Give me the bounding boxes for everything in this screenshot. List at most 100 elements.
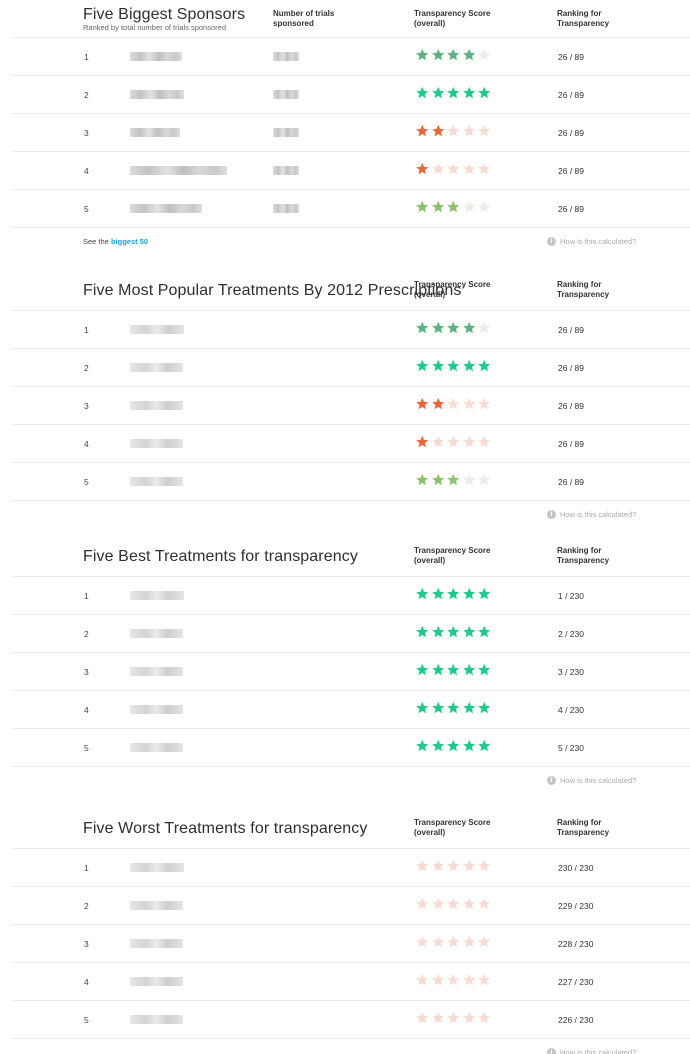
star-empty-icon bbox=[462, 200, 475, 213]
see-more-text: See the biggest 50 bbox=[83, 237, 148, 246]
star-filled-icon bbox=[431, 321, 444, 334]
star-filled-icon bbox=[478, 739, 491, 752]
star-rating bbox=[415, 320, 492, 338]
star-filled-icon bbox=[416, 701, 429, 714]
redacted-trials bbox=[273, 90, 299, 99]
redacted-name bbox=[130, 401, 183, 410]
star-empty-icon bbox=[462, 124, 475, 137]
row-ranking: 1 / 230 bbox=[558, 591, 584, 601]
star-filled-icon bbox=[447, 625, 460, 638]
star-empty-icon bbox=[447, 162, 460, 175]
table-row[interactable]: 1 1 / 230 bbox=[12, 576, 690, 614]
star-rating bbox=[415, 858, 492, 876]
star-filled-icon bbox=[478, 86, 491, 99]
star-empty-icon bbox=[447, 973, 460, 986]
how-calculated-label: How is this calculated? bbox=[560, 776, 637, 785]
star-rating bbox=[415, 586, 492, 604]
table-row[interactable]: 1 26 / 89 bbox=[12, 37, 690, 75]
table-row[interactable]: 2 229 / 230 bbox=[12, 886, 690, 924]
star-filled-icon bbox=[416, 397, 429, 410]
table-row[interactable]: 1 26 / 89 bbox=[12, 310, 690, 348]
info-icon: i bbox=[547, 776, 556, 785]
redacted-name bbox=[130, 939, 183, 948]
table-row[interactable]: 1 230 / 230 bbox=[12, 848, 690, 886]
star-empty-icon bbox=[478, 124, 491, 137]
star-rating bbox=[415, 85, 492, 103]
star-empty-icon bbox=[416, 897, 429, 910]
how-calculated-link[interactable]: i How is this calculated? bbox=[547, 776, 636, 785]
star-empty-icon bbox=[416, 935, 429, 948]
row-ranking: 227 / 230 bbox=[558, 977, 594, 987]
star-rating bbox=[415, 396, 492, 414]
how-calculated-label: How is this calculated? bbox=[560, 1048, 637, 1054]
row-rank: 1 bbox=[84, 52, 89, 62]
star-empty-icon bbox=[478, 973, 491, 986]
row-rank: 1 bbox=[84, 325, 89, 335]
how-calculated-link[interactable]: i How is this calculated? bbox=[547, 510, 636, 519]
star-filled-icon bbox=[416, 625, 429, 638]
row-ranking: 26 / 89 bbox=[558, 477, 584, 487]
redacted-name bbox=[130, 743, 183, 752]
row-ranking: 2 / 230 bbox=[558, 629, 584, 639]
table-row[interactable]: 3 26 / 89 bbox=[12, 386, 690, 424]
how-calculated-link[interactable]: i How is this calculated? bbox=[547, 237, 636, 246]
star-empty-icon bbox=[447, 435, 460, 448]
row-rank: 3 bbox=[84, 939, 89, 949]
row-ranking: 26 / 89 bbox=[558, 90, 584, 100]
section-title: Five Best Treatments for transparency bbox=[83, 548, 358, 565]
row-rank: 5 bbox=[84, 743, 89, 753]
table-row[interactable]: 3 3 / 230 bbox=[12, 652, 690, 690]
star-rating bbox=[415, 161, 492, 179]
row-ranking: 26 / 89 bbox=[558, 363, 584, 373]
table-row[interactable]: 4 26 / 89 bbox=[12, 151, 690, 189]
row-ranking: 26 / 89 bbox=[558, 439, 584, 449]
star-empty-icon bbox=[478, 473, 491, 486]
star-empty-icon bbox=[447, 1011, 460, 1024]
redacted-trials bbox=[273, 128, 299, 137]
table-row[interactable]: 2 2 / 230 bbox=[12, 614, 690, 652]
row-ranking: 229 / 230 bbox=[558, 901, 594, 911]
col-header-ranking: Ranking for Transparency bbox=[557, 818, 610, 837]
info-icon: i bbox=[547, 1048, 556, 1054]
row-rank: 4 bbox=[84, 166, 89, 176]
how-calculated-label: How is this calculated? bbox=[560, 237, 637, 246]
redacted-name bbox=[130, 204, 202, 213]
best-rows: 1 1 / 230 2 2 / 230 3 3 / 230 4 4 / 230 5 5 / 230 bbox=[0, 576, 690, 766]
table-row[interactable]: 5 5 / 230 bbox=[12, 728, 690, 766]
table-row[interactable]: 3 228 / 230 bbox=[12, 924, 690, 962]
how-calculated-link[interactable]: i How is this calculated? bbox=[547, 1048, 636, 1054]
table-row[interactable]: 5 226 / 230 bbox=[12, 1000, 690, 1038]
popular-section: Five Most Popular Treatments By 2012 Pre… bbox=[0, 272, 690, 528]
worst-footer: i How is this calculated? bbox=[12, 1038, 690, 1054]
row-ranking: 26 / 89 bbox=[558, 325, 584, 335]
star-rating bbox=[415, 199, 492, 217]
row-rank: 3 bbox=[84, 128, 89, 138]
table-row[interactable]: 5 26 / 89 bbox=[12, 189, 690, 227]
how-calculated-label: How is this calculated? bbox=[560, 510, 637, 519]
redacted-trials bbox=[273, 204, 299, 213]
table-row[interactable]: 4 227 / 230 bbox=[12, 962, 690, 1000]
star-filled-icon bbox=[447, 663, 460, 676]
table-row[interactable]: 5 26 / 89 bbox=[12, 462, 690, 500]
star-rating bbox=[415, 123, 492, 141]
row-rank: 1 bbox=[84, 591, 89, 601]
table-row[interactable]: 4 4 / 230 bbox=[12, 690, 690, 728]
star-filled-icon bbox=[447, 739, 460, 752]
table-row[interactable]: 2 26 / 89 bbox=[12, 75, 690, 113]
star-filled-icon bbox=[431, 86, 444, 99]
row-rank: 3 bbox=[84, 401, 89, 411]
biggest-50-link[interactable]: biggest 50 bbox=[111, 237, 148, 246]
star-empty-icon bbox=[447, 124, 460, 137]
worst-section: Five Worst Treatments for transparency T… bbox=[0, 810, 690, 1054]
table-row[interactable]: 2 26 / 89 bbox=[12, 348, 690, 386]
star-filled-icon bbox=[416, 321, 429, 334]
star-empty-icon bbox=[462, 1011, 475, 1024]
table-row[interactable]: 4 26 / 89 bbox=[12, 424, 690, 462]
row-rank: 1 bbox=[84, 863, 89, 873]
row-rank: 3 bbox=[84, 667, 89, 677]
star-filled-icon bbox=[431, 587, 444, 600]
table-row[interactable]: 3 26 / 89 bbox=[12, 113, 690, 151]
star-filled-icon bbox=[416, 48, 429, 61]
star-empty-icon bbox=[462, 935, 475, 948]
row-ranking: 226 / 230 bbox=[558, 1015, 594, 1025]
